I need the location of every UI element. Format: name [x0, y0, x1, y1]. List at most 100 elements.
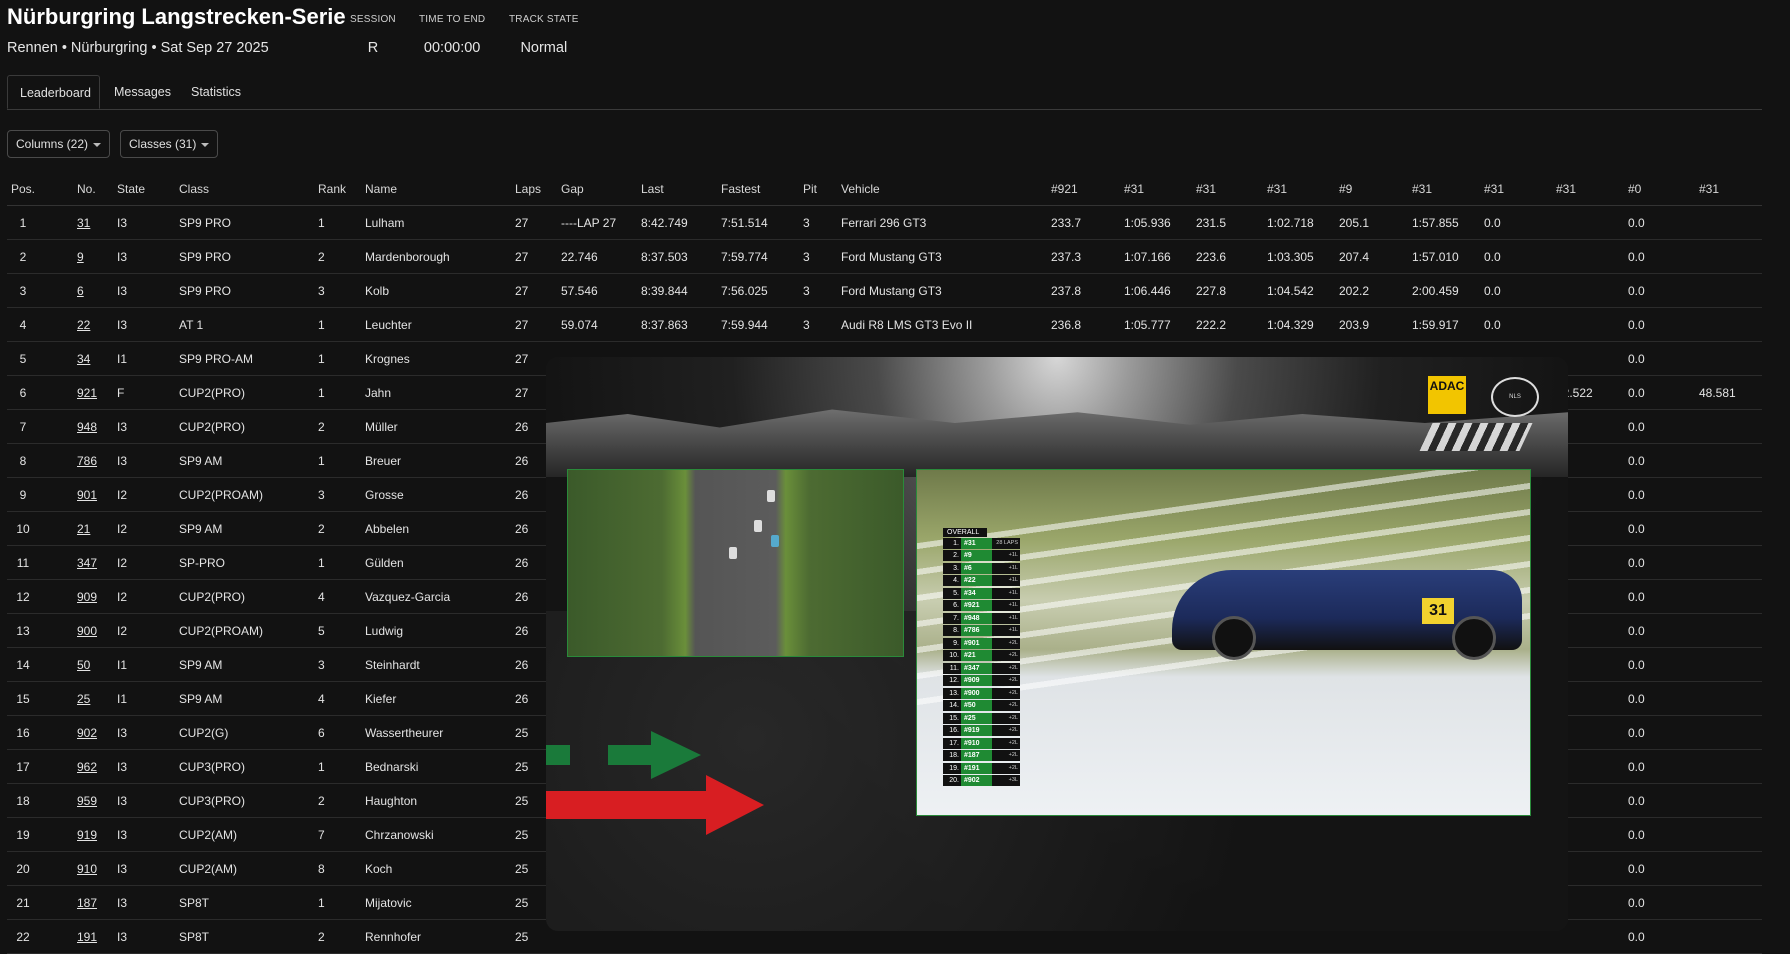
column-header-no[interactable]: No.: [77, 171, 96, 204]
car-number-link[interactable]: 50: [77, 658, 90, 672]
overall-car: #921: [961, 600, 992, 612]
video-overlay[interactable]: ADAC NLS 31 OVERALL 1. #31 28 LAPS 2. #9 +1L 3…: [546, 357, 1568, 931]
overall-row: 5. #34 +1L: [943, 587, 1020, 600]
column-header-s31g[interactable]: #31: [1699, 171, 1719, 204]
column-header-class[interactable]: Class: [179, 171, 209, 204]
overall-title: OVERALL: [943, 528, 987, 537]
cell-s31b: 223.6: [1196, 250, 1227, 264]
cell-laps: 26: [515, 454, 529, 468]
overall-car: #919: [961, 725, 992, 737]
overall-gap: +2L: [992, 687, 1020, 699]
car-number-link[interactable]: 902: [77, 726, 97, 740]
column-header-s31a[interactable]: #31: [1124, 171, 1144, 204]
cell-s31d: 1:57.855: [1412, 216, 1459, 230]
cell-last: 8:37.863: [641, 318, 688, 332]
column-header-fastest[interactable]: Fastest: [721, 171, 760, 204]
car-number-link[interactable]: 919: [77, 828, 97, 842]
cell-pit: 3: [803, 250, 810, 264]
overall-car: #191: [961, 762, 992, 774]
cell-s0: 0.0: [1628, 828, 1645, 842]
car-number-link[interactable]: 900: [77, 624, 97, 638]
cell-name: Mijatovic: [365, 896, 412, 910]
column-header-s921[interactable]: #921: [1051, 171, 1078, 204]
track-state-value: Normal: [520, 40, 568, 56]
car-icon: [729, 547, 737, 559]
table-row[interactable]: 2 9 I3 SP9 PRO 2 Mardenborough 27 22.746 8:37.50…: [7, 240, 1762, 274]
cell-laps: 25: [515, 828, 529, 842]
car-number-link[interactable]: 6: [77, 284, 84, 298]
car-icon: [771, 535, 779, 547]
column-header-last[interactable]: Last: [641, 171, 664, 204]
car-number-link[interactable]: 34: [77, 352, 90, 366]
cell-state: I3: [117, 250, 128, 264]
cell-no: 21: [77, 512, 90, 545]
column-header-state[interactable]: State: [117, 171, 145, 204]
cell-pos: 15: [16, 692, 30, 706]
cell-pos: 3: [19, 284, 27, 298]
cell-gap: 57.546: [561, 284, 598, 298]
cell-rank: 3: [318, 658, 325, 672]
cell-class: SP9 PRO: [179, 250, 232, 264]
cell-laps: 27: [515, 216, 529, 230]
column-header-pit[interactable]: Pit: [803, 171, 817, 204]
table-row[interactable]: 4 22 I3 AT 1 1 Leuchter 27 59.074 8:37.863 7:59.9…: [7, 308, 1762, 342]
cell-pit: 3: [803, 284, 810, 298]
wheel-icon: [1452, 616, 1496, 660]
car-number-link[interactable]: 22: [77, 318, 90, 332]
column-header-rank[interactable]: Rank: [318, 171, 346, 204]
cell-pos: 13: [16, 624, 30, 638]
column-header-gap[interactable]: Gap: [561, 171, 584, 204]
car-number-link[interactable]: 910: [77, 862, 97, 876]
overall-car: #901: [961, 637, 992, 649]
overall-position: 5.: [943, 587, 961, 599]
column-header-vehicle[interactable]: Vehicle: [841, 171, 880, 204]
table-row[interactable]: 1 31 I3 SP9 PRO 1 Lulham 27 ----LAP 27 8:42.749 7…: [7, 206, 1762, 240]
column-header-s31d[interactable]: #31: [1412, 171, 1432, 204]
car-number-link[interactable]: 959: [77, 794, 97, 808]
car-number-link[interactable]: 786: [77, 454, 97, 468]
car-number-link[interactable]: 347: [77, 556, 97, 570]
cell-laps: 26: [515, 590, 529, 604]
car-number-link[interactable]: 909: [77, 590, 97, 604]
car-number-link[interactable]: 901: [77, 488, 97, 502]
columns-dropdown[interactable]: Columns (22): [7, 130, 111, 158]
cell-state: I2: [117, 590, 128, 604]
table-row[interactable]: 3 6 I3 SP9 PRO 3 Kolb 27 57.546 8:39.844 7:56.025…: [7, 274, 1762, 308]
column-header-s31b[interactable]: #31: [1196, 171, 1216, 204]
column-header-s0[interactable]: #0: [1628, 171, 1641, 204]
column-header-laps[interactable]: Laps: [515, 171, 541, 204]
overall-position: 14.: [943, 700, 961, 712]
column-header-name[interactable]: Name: [365, 171, 397, 204]
cell-name: Müller: [365, 420, 398, 434]
tab-messages[interactable]: Messages: [102, 75, 183, 109]
cell-state: I2: [117, 624, 128, 638]
tab-leaderboard[interactable]: Leaderboard: [7, 75, 100, 109]
cell-no: 187: [77, 886, 97, 919]
tab-statistics[interactable]: Statistics: [179, 75, 253, 109]
car-number-link[interactable]: 948: [77, 420, 97, 434]
overall-row: 3. #6 +1L: [943, 562, 1020, 575]
column-header-s31e[interactable]: #31: [1484, 171, 1504, 204]
cell-s31a: 1:07.166: [1124, 250, 1171, 264]
column-header-s31c[interactable]: #31: [1267, 171, 1287, 204]
column-header-s9[interactable]: #9: [1339, 171, 1352, 204]
column-header-pos[interactable]: Pos.: [7, 171, 39, 204]
cell-pos: 6: [19, 386, 27, 400]
cell-laps: 26: [515, 692, 529, 706]
overall-position: 15.: [943, 712, 961, 724]
cell-name: Vazquez-Garcia: [365, 590, 451, 604]
overall-position: 6.: [943, 600, 961, 612]
car-number-link[interactable]: 191: [77, 930, 97, 944]
car-number-link[interactable]: 921: [77, 386, 97, 400]
car-number-link[interactable]: 21: [77, 522, 90, 536]
cell-s0: 0.0: [1628, 760, 1645, 774]
car-number-link[interactable]: 187: [77, 896, 97, 910]
column-header-s31f[interactable]: #31: [1556, 171, 1576, 204]
overall-row: 16. #919 +2L: [943, 725, 1020, 738]
car-number-link[interactable]: 9: [77, 250, 84, 264]
car-number-link[interactable]: 25: [77, 692, 90, 706]
classes-dropdown[interactable]: Classes (31): [120, 130, 219, 158]
car-number-link[interactable]: 962: [77, 760, 97, 774]
car-number-link[interactable]: 31: [77, 216, 90, 230]
cell-laps: 26: [515, 624, 529, 638]
